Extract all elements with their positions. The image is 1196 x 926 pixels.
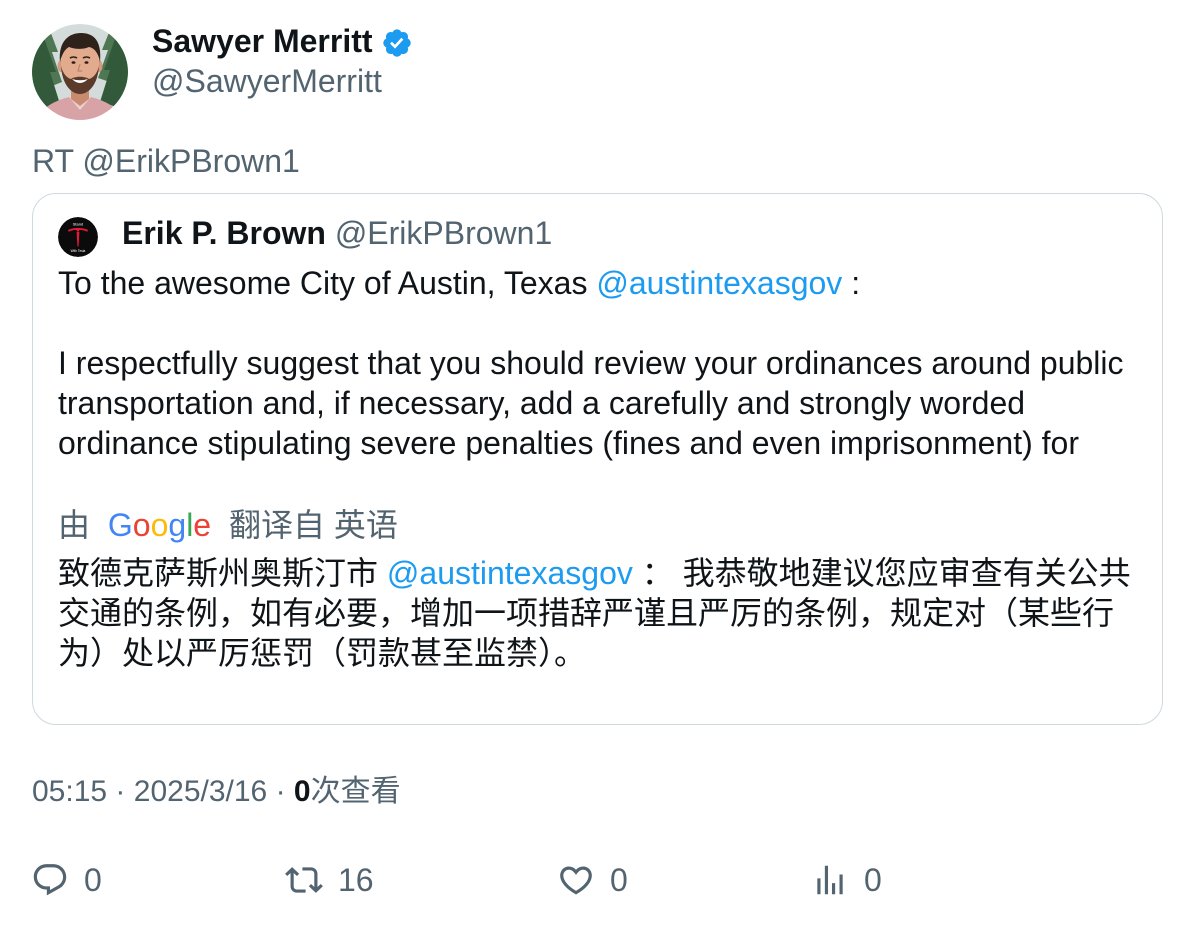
views-count: 0	[293, 775, 311, 808]
text-segment: ： 我恭敬地建议您应审查有关公共	[632, 555, 1131, 591]
tweet-time[interactable]: 05:15	[32, 775, 107, 808]
reply-icon	[33, 864, 67, 896]
quoted-author-handle: @ErikPBrown1	[334, 215, 553, 251]
logo-text-bottom: With Tesla	[71, 249, 86, 253]
google-logo-letter: o	[132, 507, 151, 543]
google-logo: Google	[108, 507, 211, 543]
views-icon	[817, 865, 843, 895]
views-action-count: 0	[864, 862, 882, 898]
tweet-text-line: I respectfully suggest that you should r…	[58, 345, 1124, 381]
text-segment: :	[842, 265, 861, 301]
google-logo-letter: o	[150, 507, 169, 543]
avatar[interactable]	[32, 24, 128, 120]
mention-link[interactable]: @austintexasgov	[387, 555, 633, 591]
translation-from: 翻译自 英语	[228, 507, 398, 543]
author-handle[interactable]: @SawyerMerritt	[152, 61, 382, 101]
translated-text-line: 交通的条例，如有必要，增加一项措辞严谨且严厉的条例，规定对（某些行	[58, 595, 1115, 631]
mention-link[interactable]: @austintexasgov	[596, 265, 842, 301]
views-label: 次查看	[310, 775, 401, 808]
quoted-author-name: Erik P. Brown	[122, 215, 326, 251]
tweet-meta: 05:15 · 2025/3/16 · 0次查看	[32, 772, 401, 812]
like-count: 0	[610, 862, 628, 898]
author-name[interactable]: Sawyer Merritt	[152, 21, 373, 61]
tweet-date[interactable]: 2025/3/16	[134, 775, 267, 808]
google-logo-letter: G	[107, 507, 133, 543]
retweet-label: RT @ErikPBrown1	[32, 143, 300, 179]
verified-badge-icon	[382, 29, 411, 57]
logo-text-top: Stand	[73, 222, 83, 227]
meta-separator: ·	[275, 775, 286, 808]
heart-icon	[560, 866, 592, 895]
meta-separator: ·	[115, 775, 126, 808]
profile-photo	[32, 24, 128, 120]
retweet-icon	[285, 867, 323, 893]
reply-button[interactable]: 0	[31, 861, 102, 899]
quoted-avatar: Stand With Tesla	[58, 217, 98, 257]
google-logo-letter: g	[168, 507, 187, 543]
translated-text-line: 为）处以严厉惩罚（罚款甚至监禁）。	[58, 635, 587, 671]
retweet-button[interactable]: 16	[285, 861, 374, 899]
reply-count: 0	[84, 862, 102, 898]
translated-text-line: 致德克萨斯州奥斯汀市 @austintexasgov ： 我恭敬地建议您应审查有…	[58, 553, 1131, 593]
text-segment: To the awesome City of Austin, Texas	[58, 265, 597, 301]
stand-with-tesla-logo: Stand With Tesla	[58, 217, 98, 257]
like-button[interactable]: 0	[557, 861, 628, 899]
retweet-count: 16	[338, 862, 374, 898]
translation-by: 由	[58, 507, 91, 543]
quoted-tweet-card[interactable]: Stand With Tesla Erik P. Brown @ErikPBro…	[32, 193, 1163, 725]
tweet-text-line: ordinance stipulating severe penalties (…	[58, 425, 1079, 461]
translation-attribution: 由 Google 翻译自 英语	[58, 505, 398, 545]
google-logo-letter: e	[193, 507, 212, 543]
quoted-tweet-text: To the awesome City of Austin, Texas @au…	[58, 263, 1124, 463]
tweet-text-line: transportation and, if necessary, add a …	[58, 385, 1026, 421]
quoted-header: Erik P. Brown @ErikPBrown1	[122, 213, 552, 253]
text-segment: 致德克萨斯州奥斯汀市	[58, 555, 387, 591]
views-button[interactable]: 0	[811, 861, 882, 899]
author-name-row: Sawyer Merritt	[152, 21, 413, 61]
tweet-text-line: To the awesome City of Austin, Texas @au…	[58, 263, 1124, 303]
translated-text: 致德克萨斯州奥斯汀市 @austintexasgov ： 我恭敬地建议您应审查有…	[58, 553, 1131, 673]
